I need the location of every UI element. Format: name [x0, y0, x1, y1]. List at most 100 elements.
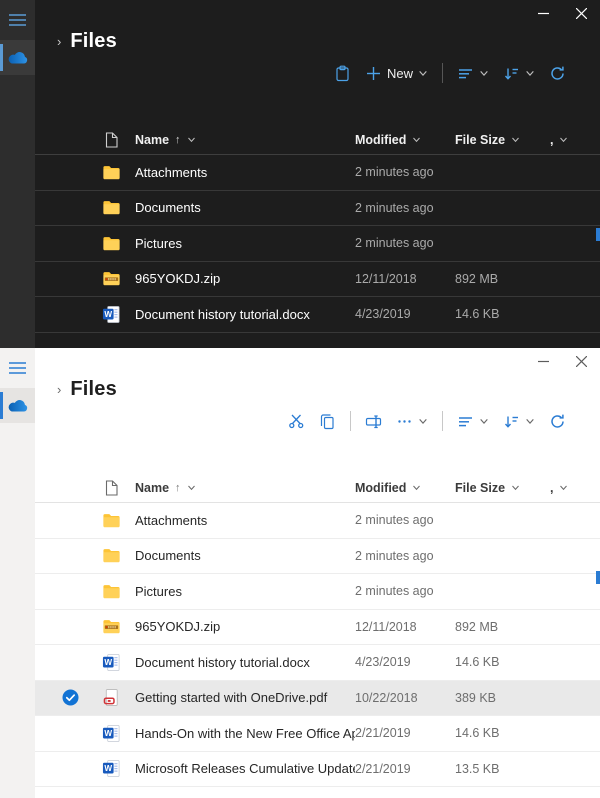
paste-button[interactable]	[334, 65, 351, 82]
file-row[interactable]: Getting started with OneDrive.pdf10/22/2…	[35, 681, 600, 717]
file-name[interactable]: Hands-On with the New Free Office Ap...	[135, 726, 355, 741]
more-ellipsis-icon	[396, 413, 413, 430]
file-name[interactable]: Pictures	[135, 584, 355, 599]
more-commands-button[interactable]	[396, 413, 428, 430]
file-type-icon	[104, 132, 119, 148]
refresh-button[interactable]	[549, 65, 566, 82]
file-size: 892 MB	[455, 620, 550, 634]
sidebar	[0, 0, 35, 348]
minimize-button[interactable]	[524, 348, 562, 374]
scrollbar-thumb-sliver[interactable]	[596, 228, 600, 241]
file-list: Attachments2 minutes agoDocuments2 minut…	[35, 503, 600, 787]
titlebar	[35, 348, 600, 374]
close-button[interactable]	[562, 348, 600, 374]
selected-accent-bar	[0, 44, 3, 71]
file-name[interactable]: Document history tutorial.docx	[135, 307, 355, 322]
file-name[interactable]: Documents	[135, 548, 355, 563]
page-title: Files	[70, 378, 117, 401]
page-title: Files	[70, 30, 117, 53]
file-size: 14.6 KB	[455, 655, 550, 669]
copy-button[interactable]	[319, 413, 336, 430]
chevron-down-icon	[418, 68, 428, 78]
file-name[interactable]: Attachments	[135, 513, 355, 528]
header-size-column[interactable]: File Size	[455, 133, 550, 147]
scrollbar-thumb-sliver[interactable]	[596, 571, 600, 584]
file-name[interactable]: Attachments	[135, 165, 355, 180]
file-row[interactable]: Attachments2 minutes ago	[35, 503, 600, 539]
chevron-down-icon	[187, 483, 196, 492]
file-name[interactable]: 965YOKDJ.zip	[135, 271, 355, 286]
header-name-label: Name	[135, 133, 169, 147]
header-partial-label: ,	[550, 133, 553, 147]
file-name[interactable]: Microsoft Releases Cumulative Update ...	[135, 761, 355, 776]
sidebar-item-onedrive[interactable]	[0, 40, 35, 75]
rename-button[interactable]	[365, 413, 382, 430]
header-size-column[interactable]: File Size	[455, 481, 550, 495]
svg-text:W: W	[104, 658, 112, 667]
sort-button[interactable]	[503, 413, 535, 430]
file-row[interactable]: WDocument history tutorial.docx4/23/2019…	[35, 297, 600, 333]
file-row[interactable]: Pictures2 minutes ago	[35, 574, 600, 610]
new-button[interactable]: New	[365, 65, 428, 82]
file-modified: 2 minutes ago	[355, 165, 455, 179]
file-size: 14.6 KB	[455, 726, 550, 740]
file-row[interactable]: Pictures2 minutes ago	[35, 226, 600, 262]
chevron-down-icon	[525, 68, 535, 78]
header-modified-column[interactable]: Modified	[355, 481, 455, 495]
sidebar-item-onedrive[interactable]	[0, 388, 35, 423]
header-type-column[interactable]	[87, 480, 135, 496]
hamburger-menu-button[interactable]	[0, 0, 35, 40]
selected-checkmark-icon[interactable]	[53, 689, 87, 706]
file-row[interactable]: 965YOKDJ.zip12/11/2018892 MB	[35, 610, 600, 646]
chevron-down-icon	[479, 68, 489, 78]
toolbar	[35, 404, 600, 438]
chevron-down-icon	[412, 135, 421, 144]
file-row[interactable]: Documents2 minutes ago	[35, 191, 600, 227]
file-modified: 4/23/2019	[355, 307, 455, 321]
cut-button[interactable]	[288, 413, 305, 430]
folder-icon	[87, 163, 135, 182]
refresh-button[interactable]	[549, 413, 566, 430]
file-row[interactable]: Attachments2 minutes ago	[35, 155, 600, 191]
folder-icon	[87, 511, 135, 530]
file-name[interactable]: Pictures	[135, 236, 355, 251]
file-modified: 2 minutes ago	[355, 201, 455, 215]
table-header: Name ↑ Modified File Size ,	[35, 125, 600, 155]
word-icon: W	[87, 759, 135, 778]
sort-button[interactable]	[503, 65, 535, 82]
header-partial-column[interactable]: ,	[550, 481, 600, 495]
file-name[interactable]: Getting started with OneDrive.pdf	[135, 690, 355, 705]
file-modified: 2 minutes ago	[355, 549, 455, 563]
close-button[interactable]	[562, 0, 600, 26]
view-options-button[interactable]	[457, 413, 489, 430]
onedrive-window-dark: › Files New	[0, 0, 600, 348]
file-name[interactable]: 965YOKDJ.zip	[135, 619, 355, 634]
header-name-column[interactable]: Name ↑	[135, 481, 355, 495]
header-size-label: File Size	[455, 133, 505, 147]
minimize-button[interactable]	[524, 0, 562, 26]
svg-text:W: W	[104, 729, 112, 738]
view-list-icon	[457, 413, 474, 430]
file-row[interactable]: WMicrosoft Releases Cumulative Update ..…	[35, 752, 600, 788]
view-options-button[interactable]	[457, 65, 489, 82]
chevron-down-icon	[187, 135, 196, 144]
file-row[interactable]: 965YOKDJ.zip12/11/2018892 MB	[35, 262, 600, 298]
file-row[interactable]: W Hands-On with the New Free Office Ap...…	[35, 716, 600, 752]
file-type-icon	[104, 480, 119, 496]
file-row[interactable]: WDocument history tutorial.docx4/23/2019…	[35, 645, 600, 681]
header-name-column[interactable]: Name ↑	[135, 133, 355, 147]
breadcrumb: › Files	[35, 26, 600, 56]
plus-icon	[365, 65, 382, 82]
word-icon: W	[87, 305, 135, 324]
header-partial-label: ,	[550, 481, 553, 495]
close-icon	[576, 8, 587, 19]
hamburger-menu-button[interactable]	[0, 348, 35, 388]
toolbar-separator	[350, 411, 351, 431]
header-type-column[interactable]	[87, 132, 135, 148]
header-partial-column[interactable]: ,	[550, 133, 600, 147]
file-row[interactable]: Documents2 minutes ago	[35, 539, 600, 575]
file-name[interactable]: Document history tutorial.docx	[135, 655, 355, 670]
file-name[interactable]: Documents	[135, 200, 355, 215]
header-modified-label: Modified	[355, 133, 406, 147]
header-modified-column[interactable]: Modified	[355, 133, 455, 147]
